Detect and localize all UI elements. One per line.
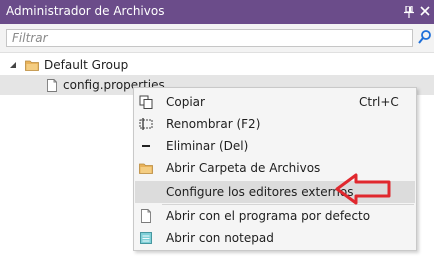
close-icon[interactable] [420,6,430,16]
folder-icon [25,60,39,71]
menu-item-delete[interactable]: Eliminar (Del) [135,135,415,157]
search-icon[interactable] [416,29,432,47]
copy-icon [139,95,153,109]
menu-item-copy[interactable]: Copiar Ctrl+C [135,91,415,113]
menu-item-rename[interactable]: Renombrar (F2) [135,113,415,135]
configure-editors-label: Configure los editores externos [166,185,354,199]
open-folder-label: Abrir Carpeta de Archivos [166,161,321,175]
copy-shortcut: Ctrl+C [359,95,399,109]
context-menu: Copiar Ctrl+C Renombrar (F2) Eliminar (D… [133,87,417,251]
open-notepad-label: Abrir con notepad [166,231,274,245]
open-default-label: Abrir con el programa por defecto [166,209,371,223]
filter-placeholder: Filtrar [12,31,48,45]
copy-label: Copiar [166,95,205,109]
rename-icon [139,118,153,130]
tree-group-label: Default Group [44,58,129,72]
panel-title: Administrador de Archivos [6,4,165,18]
file-icon [141,209,151,223]
delete-label: Eliminar (Del) [166,139,249,153]
notepad-icon [140,232,152,244]
pin-icon[interactable] [404,6,414,18]
menu-item-open-default[interactable]: Abrir con el programa por defecto [135,205,415,227]
arrow-icon [335,173,391,205]
filter-input[interactable] [6,29,413,47]
menu-item-open-notepad[interactable]: Abrir con notepad [135,227,415,249]
file-icon [47,79,57,92]
rename-label: Renombrar (F2) [166,117,261,131]
expander-icon[interactable] [8,60,18,70]
delete-icon [142,145,150,147]
folder-icon [139,163,153,174]
